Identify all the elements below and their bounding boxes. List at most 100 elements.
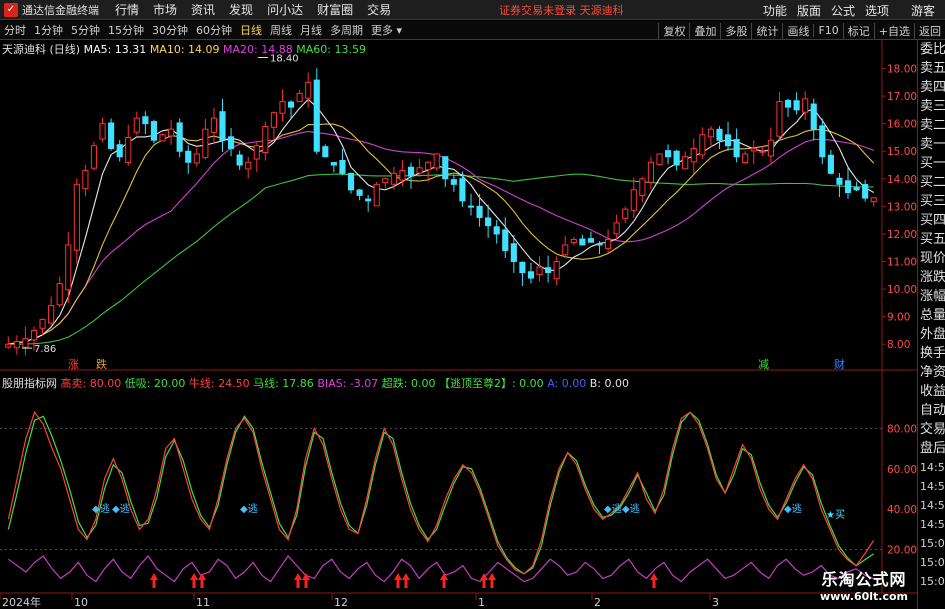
toolbar-button[interactable]: 画线 [782,22,813,39]
indicator-tick-label: 60.00 [887,464,917,476]
toolbar-button[interactable]: F10 [813,24,842,37]
menu-item-wealth[interactable]: 财富圈 [317,1,353,18]
candle-body [365,198,372,202]
toolbar-button[interactable]: 返回 [914,22,945,39]
login-notice[interactable]: 证券交易未登录 天源迪科 [499,2,624,18]
side-panel-item[interactable]: 涨跌 [918,268,945,287]
side-panel-item[interactable]: 买二 [918,173,945,192]
menu-item-trade[interactable]: 交易 [367,1,391,18]
side-panel-item[interactable]: 买五 [918,230,945,249]
period-tab[interactable]: 5分钟 [67,22,104,38]
period-tab[interactable]: 30分钟 [148,22,192,38]
menu-item-function[interactable]: 功能 [763,2,787,19]
side-panel-item[interactable]: 净资 [918,363,945,382]
period-toolbar: 分时 1分钟 5分钟 15分钟 30分钟 60分钟 日线 周线 月线 多周期 更… [0,21,945,40]
user-label[interactable]: 游客 [911,2,935,19]
menu-item-market[interactable]: 市场 [153,1,177,18]
ma5-line [8,98,874,345]
indicator-param: 牛线: 24.50 [188,377,254,390]
side-panel-item[interactable]: 现价 [918,249,945,268]
side-panel-item[interactable]: 换手 [918,344,945,363]
menu-item-formula[interactable]: 公式 [831,2,855,19]
period-tab[interactable]: 周线 [266,22,296,38]
candle-body [510,243,517,263]
candle-body [630,189,637,211]
candle-body [185,150,192,163]
side-panel-item[interactable]: 外盘 [918,325,945,344]
more-label: 更多 [371,24,393,37]
side-panel-item[interactable]: 收益 [918,382,945,401]
candle-body [65,244,72,291]
candle-body [373,183,380,207]
side-panel-item[interactable]: 卖四 [918,78,945,97]
candle-body [73,183,80,251]
candle-body [527,271,535,279]
candle-body [724,134,732,147]
side-panel-item[interactable]: 卖五 [918,59,945,78]
toolbar-button[interactable]: +自选 [873,22,914,39]
period-tab[interactable]: 分时 [0,22,30,38]
toolbar-button[interactable]: 多股 [720,22,751,39]
xaxis-label: 3 [712,596,719,609]
candle-body [5,343,12,348]
candle-body [313,79,320,152]
menu-item-news[interactable]: 资讯 [191,1,215,18]
period-tab[interactable]: 月线 [296,22,326,38]
up-arrow-icon [650,573,658,588]
toolbar-button[interactable]: 复权 [658,22,689,39]
period-tab-more[interactable]: 更多 ▾ [367,22,406,38]
candle-body [844,180,852,194]
side-panel-item[interactable]: 涨幅 [918,287,945,306]
up-arrow-icon [190,573,198,588]
app-title: 通达信金融终端 [22,3,99,17]
toolbar-button[interactable]: 标记 [842,22,874,39]
indicator-tick-label: 40.00 [887,504,917,516]
side-panel-item[interactable]: 卖二 [918,116,945,135]
menu-item-layout[interactable]: 版面 [797,2,821,19]
candle-body [30,329,38,341]
side-panel-item[interactable]: 总量 [918,306,945,325]
side-panel-item[interactable]: 卖一 [918,135,945,154]
side-panel-item[interactable]: 买一 [918,154,945,173]
side-panel-item[interactable]: 买三 [918,192,945,211]
period-tab[interactable]: 15分钟 [104,22,148,38]
candle-body [270,112,277,128]
main-pane-legend: 天源迪科 (日线) MA5: 13.31 MA10: 14.09 MA20: 1… [2,41,366,57]
toolbar-button[interactable]: 统计 [751,22,782,39]
menu-item-quotes[interactable]: 行情 [115,1,139,18]
period-tab[interactable]: 60分钟 [192,22,236,38]
candle-body [296,92,303,103]
side-panel-item[interactable]: 交易 [918,420,945,439]
menu-item-options[interactable]: 选项 [865,2,889,19]
candle-body [108,122,115,149]
side-panel-item[interactable]: 盘后 [918,439,945,458]
chart-area[interactable]: 18.0017.0016.0015.0014.0013.0012.0011.00… [0,40,917,609]
candle-body [48,305,55,324]
watermark: 乐淘公式网 www.60lt.com [812,566,916,603]
indicator-tick-label: 80.00 [887,423,917,435]
up-arrow-icon [394,573,402,588]
side-panel-item[interactable]: 卖三 [918,97,945,116]
side-panel-item[interactable]: 买四 [918,211,945,230]
toolbar-button[interactable]: 叠加 [689,22,720,39]
menu-item-ask[interactable]: 问小达 [267,1,303,18]
indicator-name[interactable]: 股朋指标网 [2,377,57,390]
candle-body [330,162,337,166]
candle-body [707,128,714,138]
side-panel-item[interactable]: 自动 [918,401,945,420]
candle-body [716,128,723,141]
candle-body [236,154,243,166]
watermark-title: 乐淘公式网 [821,570,907,589]
indicator-param: 低吸: 20.00 [124,377,189,390]
candle-body [56,283,63,306]
period-tab[interactable]: 多周期 [326,22,367,38]
escape-signal: ◆逃 [92,502,110,515]
menu-item-discover[interactable]: 发现 [229,1,253,18]
side-panel-item[interactable]: 委比 [918,40,945,59]
period-tab-selected[interactable]: 日线 [236,22,266,38]
buy-signal: ★买 [826,509,845,521]
event-tag: 减 [758,358,769,371]
period-tab[interactable]: 1分钟 [30,22,67,38]
candle-body [853,187,860,191]
candle-body [742,153,749,163]
